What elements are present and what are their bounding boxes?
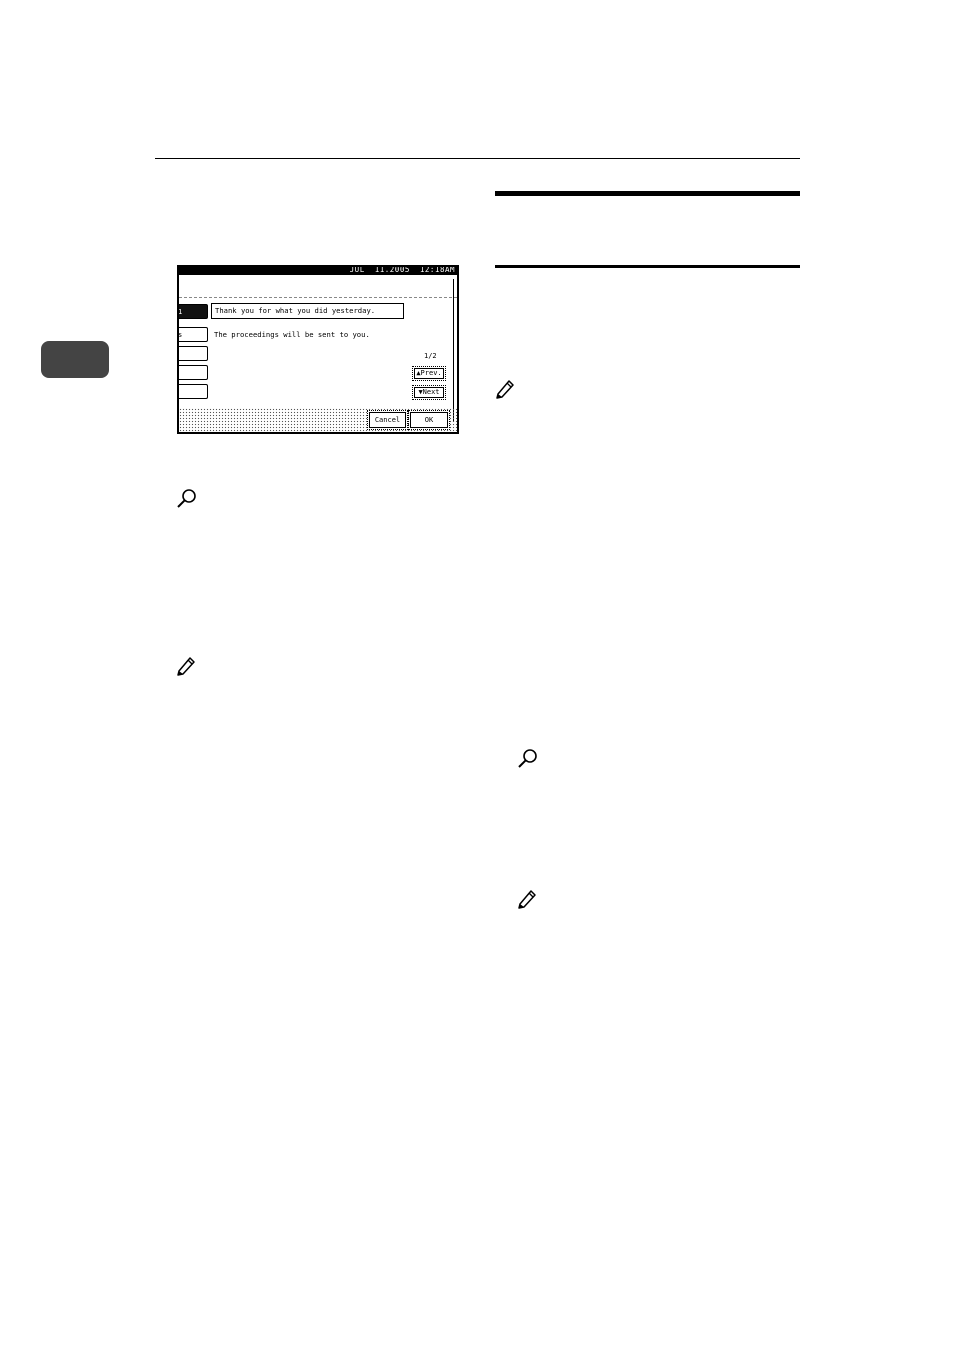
message-key-2[interactable]: s bbox=[179, 327, 208, 342]
next-button[interactable]: ▼Next bbox=[412, 385, 446, 400]
screen-divider bbox=[179, 297, 457, 298]
prev-button[interactable]: ▲Prev. bbox=[412, 366, 446, 381]
message-text-1: Thank you for what you did yesterday. bbox=[215, 306, 376, 315]
screen-inner-border bbox=[453, 279, 454, 421]
control-panel-screen: JUL 11.2005 12:18AM 1 s Thank you for wh… bbox=[177, 265, 459, 434]
pencil-icon bbox=[177, 657, 195, 676]
message-key-1[interactable]: 1 bbox=[179, 304, 208, 319]
page-counter: 1/2 bbox=[424, 352, 437, 360]
message-text-2: The proceedings will be sent to you. bbox=[214, 330, 370, 339]
section-heading-rule-top bbox=[495, 191, 800, 196]
pencil-icon bbox=[496, 380, 514, 399]
ok-button[interactable]: OK bbox=[408, 410, 450, 430]
chapter-tab bbox=[41, 341, 109, 378]
message-key-4[interactable] bbox=[179, 365, 208, 380]
magnifier-icon bbox=[518, 749, 537, 768]
header-rule bbox=[155, 158, 800, 159]
cancel-button[interactable]: Cancel bbox=[367, 410, 408, 430]
message-key-5[interactable] bbox=[179, 384, 208, 399]
section-heading-rule-bottom bbox=[495, 265, 800, 268]
selected-message-field[interactable]: Thank you for what you did yesterday. bbox=[211, 303, 404, 319]
screen-status-bar: JUL 11.2005 12:18AM bbox=[179, 267, 457, 275]
magnifier-icon bbox=[177, 489, 196, 508]
screen-date-time: JUL 11.2005 12:18AM bbox=[349, 265, 455, 274]
pencil-icon bbox=[518, 890, 536, 909]
message-key-3[interactable] bbox=[179, 346, 208, 361]
